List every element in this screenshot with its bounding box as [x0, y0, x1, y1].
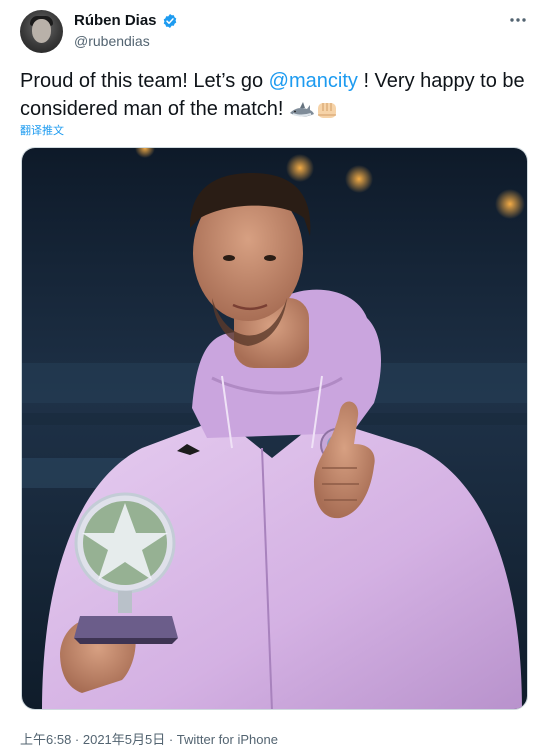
translate-tweet-link[interactable]: 翻译推文 [20, 122, 64, 138]
tweet-text-part1: Proud of this team! Let’s go [20, 70, 269, 92]
tweet: Rúben Dias @rubendias Proud of this team… [0, 0, 542, 748]
avatar-face [32, 19, 51, 43]
verified-badge-icon [163, 13, 176, 28]
more-options-icon[interactable] [508, 10, 528, 30]
tweet-text: Proud of this team! Let’s go @mancity ! … [20, 67, 525, 123]
shark-emoji-icon [290, 101, 315, 117]
author-name-row[interactable]: Rúben Dias [74, 12, 178, 29]
mention-link[interactable]: @mancity [269, 70, 358, 92]
photo-image [22, 148, 527, 709]
display-name[interactable]: Rúben Dias [74, 12, 157, 29]
avatar[interactable] [20, 10, 63, 53]
author-handle[interactable]: @rubendias [74, 33, 150, 49]
tweet-photo[interactable] [21, 147, 528, 710]
fist-bump-emoji-icon [318, 102, 337, 118]
tweet-timestamp[interactable]: 上午6:58 · 2021年5月5日 · Twitter for iPhone [20, 729, 278, 748]
